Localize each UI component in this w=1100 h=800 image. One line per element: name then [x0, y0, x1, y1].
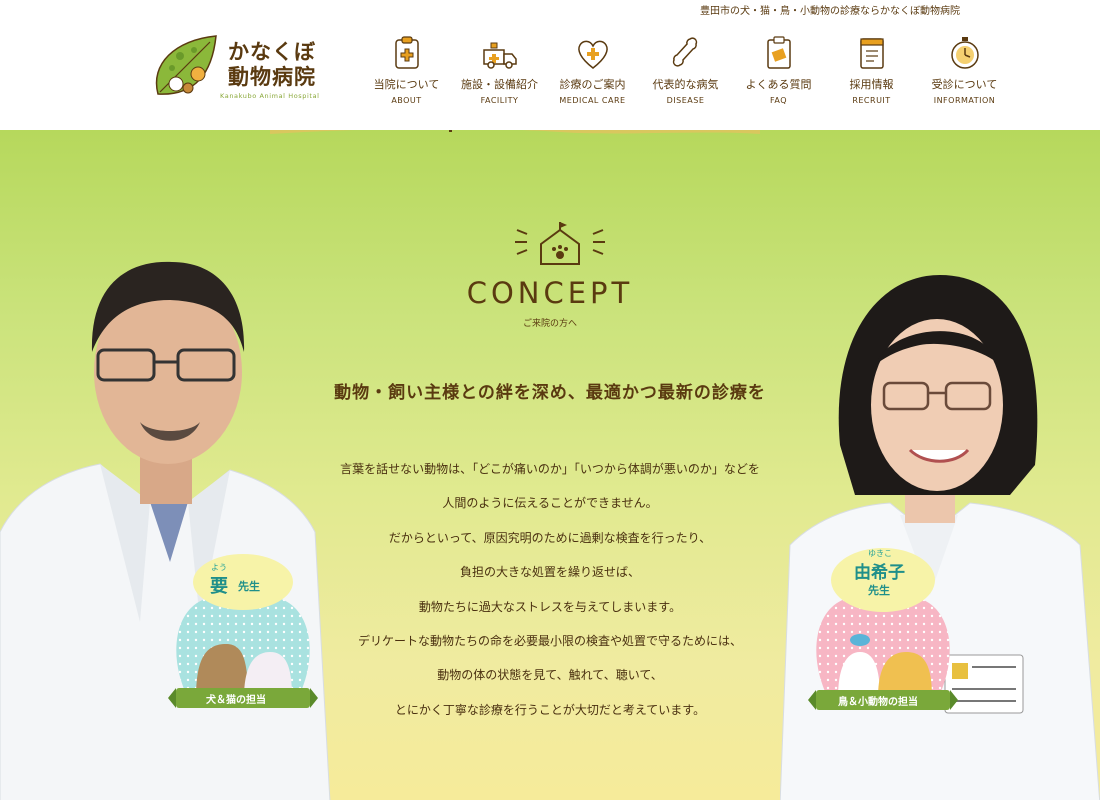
nav-label-en: MEDICAL CARE [559, 96, 626, 105]
logo-name-line1: かなくぼ [228, 40, 316, 64]
nav-label-en: ABOUT [391, 96, 422, 105]
concept-body-line: 動物たちに過大なストレスを与えてしまいます。 [418, 599, 682, 614]
concept-body-line: 負担の大きな処置を繰り返せば、 [459, 565, 640, 580]
nav-item-information[interactable]: 受診について INFORMATION [918, 34, 1011, 105]
ambulance-icon [482, 42, 517, 69]
nav-label-en: FACILITY [480, 96, 519, 105]
concept-body-line: 人間のように伝えることができません。 [442, 496, 658, 511]
concept-title: CONCEPT [466, 276, 634, 310]
site-logo[interactable]: かなくぼ 動物病院 Kanakubo Animal Hospital [150, 34, 320, 106]
concept-headline: 動物・飼い主様との絆を深め、最適かつ最新の診療を [334, 383, 766, 403]
clock-icon [950, 37, 979, 69]
logo-name-line2: 動物病院 [228, 65, 316, 89]
concept-body-line: デリケートな動物たちの命を必要最小限の検査や処置で守るためには、 [357, 633, 742, 648]
nav-label-jp: 受診について [931, 78, 998, 91]
doctor-yukiko-role: 鳥＆小動物の担当 [838, 697, 918, 708]
header-wave-divider [270, 130, 760, 134]
nav-label-jp: 施設・設備紹介 [461, 78, 538, 91]
nav-label-en: INFORMATION [933, 96, 996, 105]
concept-body-line: だからといって、原因究明のために過剰な検査を行ったり、 [388, 530, 712, 545]
doctor-yukiko-name: 由希子 [854, 563, 905, 583]
memo-icon [766, 36, 791, 69]
nav-label-en: RECRUIT [852, 96, 891, 105]
site-header: 豊田市の犬・猫・鳥・小動物の診療ならかなくぼ動物病院 かなくぼ 動物病院 Kan… [0, 0, 1100, 130]
notebook-icon [859, 38, 884, 69]
main-nav: 当院について ABOUT 施設・設備紹介 FACILITY 診療のご案内 MED… [360, 34, 1011, 105]
concept-body-line: 動物の体の状態を見て、触れて、聴いて、 [437, 668, 663, 683]
concept-body: 言葉を話せない動物は、「どこが痛いのか」「いつから体調が悪いのか」などを 人間の… [250, 452, 850, 727]
nav-item-recruit[interactable]: 採用情報 RECRUIT [825, 34, 918, 105]
bone-icon [672, 37, 697, 67]
nav-item-faq[interactable]: よくある質問 FAQ [732, 34, 825, 105]
nav-item-disease[interactable]: 代表的な病気 DISEASE [639, 34, 732, 105]
concept-subtitle: ご来院の方へ [522, 319, 577, 329]
nav-item-facility[interactable]: 施設・設備紹介 FACILITY [453, 34, 546, 105]
nav-label-jp: 採用情報 [849, 78, 894, 91]
nav-item-about[interactable]: 当院について ABOUT [360, 34, 453, 105]
nav-label-jp: 代表的な病気 [652, 78, 719, 91]
nav-item-medical-care[interactable]: 診療のご案内 MEDICAL CARE [546, 34, 639, 105]
doctor-yukiko-sensei: 先生 [868, 584, 890, 597]
concept-body-line: とにかく丁寧な診療を行うことが大切だと考えています。 [394, 702, 706, 717]
doctor-yo-name: 要 [210, 576, 228, 597]
clipboard-cross-icon [394, 36, 419, 69]
concept-section: よう 要 先生 犬＆猫の担当 ゆきこ 由希子 先生 鳥＆小動物の担当 CONCE… [0, 130, 1100, 800]
concept-body-line: 言葉を話せない動物は、「どこが痛いのか」「いつから体調が悪いのか」などを [340, 462, 760, 476]
nav-label-jp: 診療のご案内 [559, 78, 626, 91]
heart-cross-icon [577, 40, 608, 69]
site-tagline: 豊田市の犬・猫・鳥・小動物の診療ならかなくぼ動物病院 [700, 6, 960, 17]
nav-label-jp: 当院について [373, 78, 440, 91]
logo-subtitle: Kanakubo Animal Hospital [220, 92, 320, 100]
nav-label-jp: よくある質問 [745, 78, 812, 91]
nav-label-en: FAQ [770, 96, 787, 105]
house-paw-icon [515, 222, 605, 265]
leaf-animals-logo-icon [155, 35, 217, 95]
nav-label-en: DISEASE [666, 96, 705, 105]
